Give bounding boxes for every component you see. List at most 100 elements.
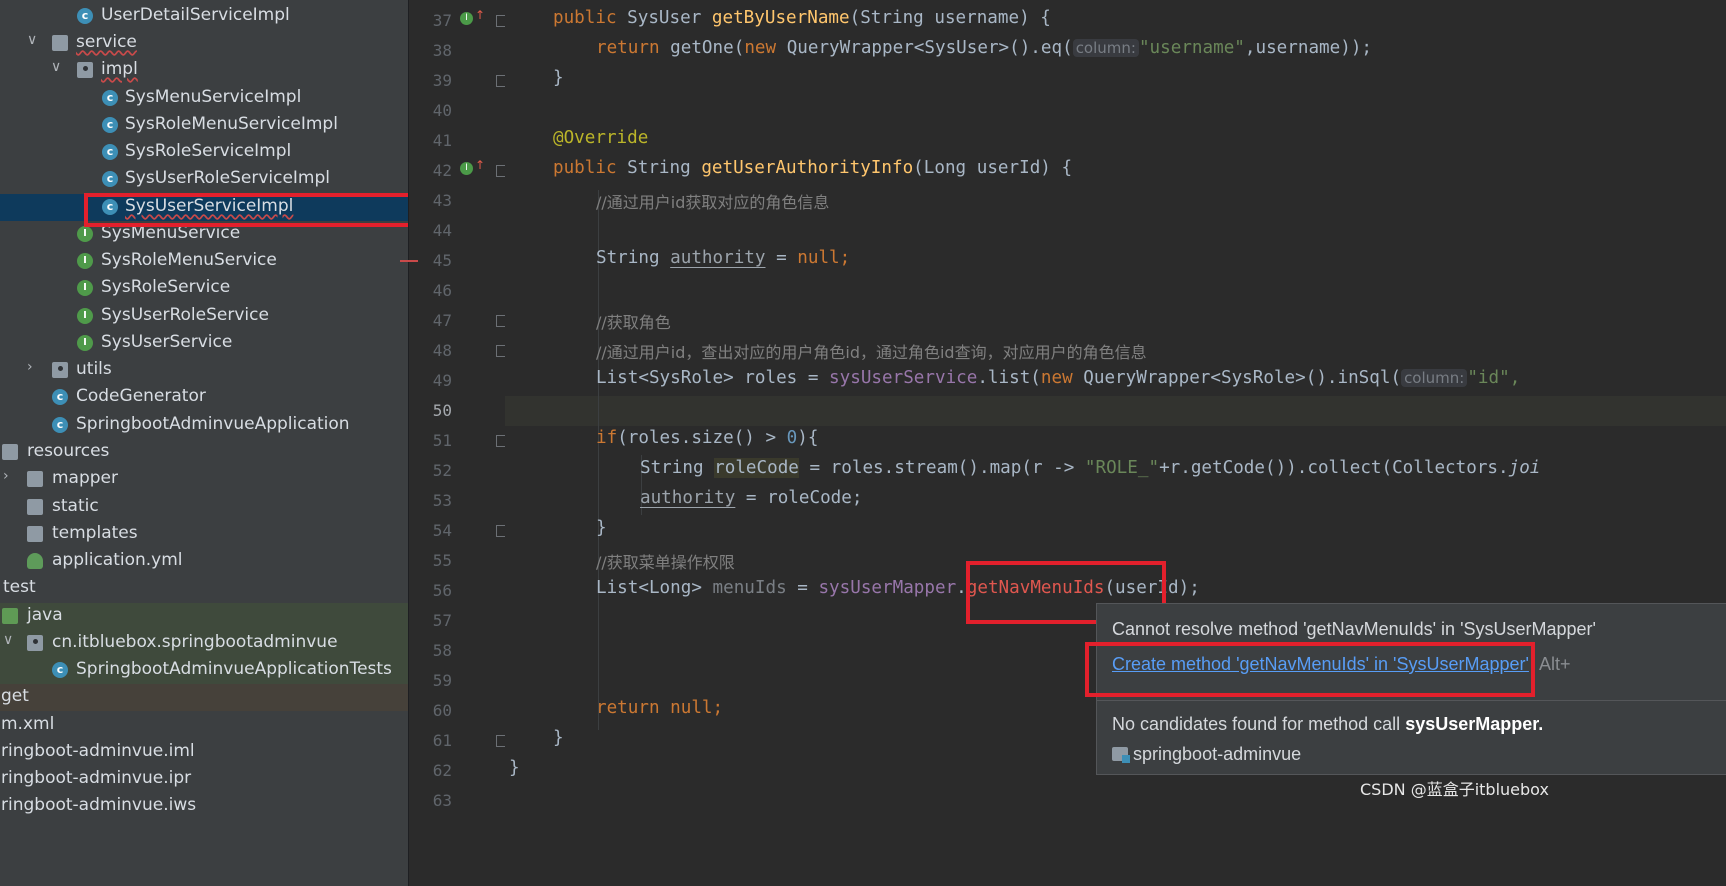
variable: authority [670,248,766,268]
code-line-49[interactable]: List<SysRole> roles = sysUserService.lis… [596,368,1726,398]
code-line-41[interactable]: @Override [553,128,1726,158]
code-text: (roles.size() > [617,428,787,448]
tree-item[interactable]: ∨ cn.itbluebox.springbootadminvue [0,630,408,657]
tree-item-label: m.xml [1,714,55,734]
error-message: Cannot resolve method 'getNavMenuIds' in… [1112,619,1596,639]
tree-item[interactable]: c SysUserRoleServiceImpl [0,166,408,193]
chevron-down-icon[interactable]: ∨ [51,59,61,75]
code-line-54[interactable]: } [596,518,1726,548]
code-line-52[interactable]: String roleCode = roles.stream().map(r -… [640,458,1726,488]
tree-item-selected[interactable]: c SysUserServiceImpl [0,194,408,221]
tree-item[interactable]: I SysRoleMenuService [0,248,408,275]
tree-item[interactable]: c SpringbootAdminvueApplication [0,412,408,439]
code-line-51[interactable]: if(roles.size() > 0){ [596,428,1726,458]
divider [1097,700,1726,701]
string-literal: "id", [1467,368,1521,388]
tree-item[interactable]: c SysMenuServiceImpl [0,85,408,112]
folder-icon [27,471,43,487]
code-line-45[interactable]: String authority = null; [596,248,1726,278]
create-method-link[interactable]: Create method 'getNavMenuIds' in 'SysUse… [1112,654,1529,674]
field: sysUserService [829,368,978,388]
code-line-38[interactable]: return getOne(new QueryWrapper<SysUser>(… [596,38,1726,68]
test-class-icon: c [52,662,68,678]
tree-item[interactable]: test [0,575,408,602]
tree-item[interactable]: get [0,684,408,711]
line-number: 56 [432,581,452,600]
implements-method-icon[interactable]: I [460,162,473,175]
code-line-42[interactable]: public String getUserAuthorityInfo(Long … [553,158,1726,188]
code-line-47[interactable]: //获取角色 [596,309,1726,339]
folder-icon [52,35,68,51]
tree-item[interactable]: ringboot-adminvue.ipr [0,766,408,793]
tree-item[interactable]: java [0,603,408,630]
code-text: = roles.stream().map(r -> [798,458,1085,478]
tree-item-label: UserDetailServiceImpl [101,5,290,25]
tree-item[interactable]: static [0,494,408,521]
tree-item[interactable]: c SpringbootAdminvueApplicationTests [0,657,408,684]
tree-item[interactable]: c CodeGenerator [0,384,408,411]
code-line-48[interactable]: //通过用户id，查出对应的用户角色id，通过角色id查询，对应用户的角色信息 [596,339,1726,369]
line-number: 37 [432,11,452,30]
field: sysUserMapper [818,578,957,598]
code-line-37[interactable]: public SysUser getByUserName(String user… [553,8,1726,38]
line-number: 62 [432,761,452,780]
code-line-53[interactable]: authority = roleCode; [640,488,1726,518]
code-text: +r.getCode()).collect(Collectors. [1159,458,1509,478]
tree-item[interactable]: I SysMenuService [0,221,408,248]
tree-item[interactable]: c SysRoleMenuServiceImpl [0,112,408,139]
tree-item[interactable]: templates [0,521,408,548]
chevron-down-icon[interactable]: ∨ [27,32,37,48]
no-candidates-row: No candidates found for method call sysU… [1112,714,1543,735]
code-line-55[interactable]: //获取菜单操作权限 [596,549,1726,579]
tree-item-label: templates [52,523,138,543]
tree-item[interactable]: application.yml [0,548,408,575]
tree-item[interactable]: I SysUserRoleService [0,303,408,330]
tree-item-label: SysRoleServiceImpl [125,141,292,161]
chevron-right-icon[interactable]: › [27,359,33,375]
tree-item-label: static [52,496,99,516]
tree-item[interactable]: › mapper [0,466,408,493]
line-number: 49 [432,371,452,390]
tree-item[interactable]: c SysRoleServiceImpl [0,139,408,166]
line-number: 59 [432,671,452,690]
folder-icon [27,526,43,542]
brace: } [596,518,607,538]
test-folder-icon [2,608,18,624]
tree-item-label: SysUserServiceImpl [125,196,294,216]
tree-item[interactable]: m.xml [0,712,408,739]
chevron-down-icon[interactable]: ∨ [3,632,13,648]
code-line-39[interactable]: } [553,68,1726,98]
line-number: 46 [432,281,452,300]
type: SysUser [627,8,712,28]
unresolved-method[interactable]: getNavMenuIds [967,578,1105,598]
tree-item-label: get [1,686,29,706]
tree-item[interactable]: I SysRoleService [0,275,408,302]
tree-item[interactable]: c UserDetailServiceImpl [0,3,408,30]
comment: //通过用户id，查出对应的用户角色id，通过角色id查询，对应用户的角色信息 [596,343,1147,362]
params: (Long userId) { [913,158,1073,178]
line-number: 55 [432,551,452,570]
error-tooltip-popup: Cannot resolve method 'getNavMenuIds' in… [1096,603,1726,775]
code-text: List<SysRole> roles = [596,368,830,388]
code-text: getOne( [670,38,745,58]
class-icon: c [102,90,118,106]
string-literal: "ROLE_" [1084,458,1160,478]
no-candidates-call: sysUserMapper. [1405,714,1544,734]
line-number: 61 [432,731,452,750]
tree-item[interactable]: ∨ service [0,30,408,57]
package-icon [77,62,93,78]
line-number: 42 [432,161,452,180]
tree-item[interactable]: ringboot-adminvue.iws [0,793,408,820]
chevron-right-icon[interactable]: › [3,468,9,484]
keyword: public [553,8,628,28]
tree-item-label: service [76,32,137,52]
tree-item-label: SysUserService [101,332,233,352]
tree-item[interactable]: I SysUserService [0,330,408,357]
code-line-43[interactable]: //通过用户id获取对应的角色信息 [596,189,1726,219]
tree-item[interactable]: resources [0,439,408,466]
tree-item-label: application.yml [52,550,183,570]
implements-method-icon[interactable]: I [460,12,473,25]
tree-item[interactable]: ringboot-adminvue.iml [0,739,408,766]
tree-item[interactable]: › utils [0,357,408,384]
tree-item[interactable]: ∨ impl [0,57,408,84]
